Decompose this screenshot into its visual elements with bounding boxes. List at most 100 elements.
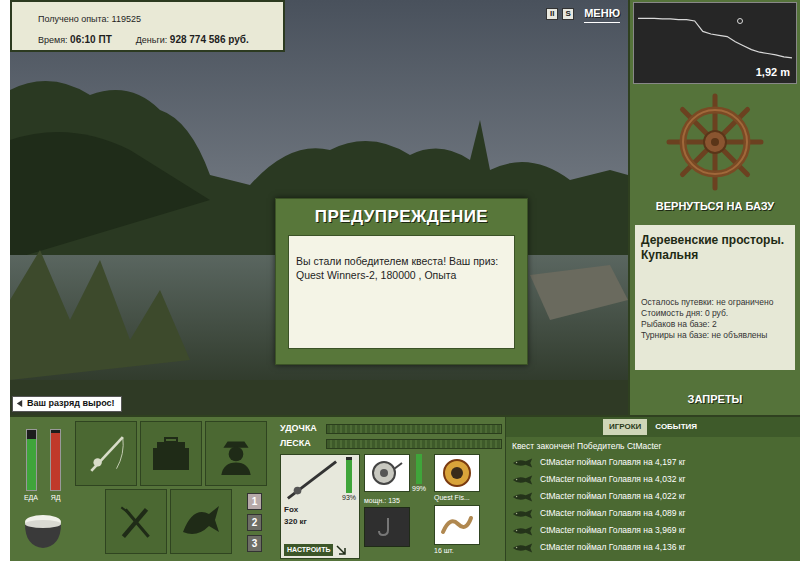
food-button[interactable] — [105, 489, 167, 554]
experience-value: 119525 — [112, 14, 141, 24]
fisherman-button[interactable] — [205, 421, 267, 486]
meter-label: ЕДА — [24, 493, 38, 504]
log-entry: CtMacter поймал Голавля на 3,969 кг — [512, 522, 794, 539]
location-detail: Рыбаков на базе: 2 — [641, 319, 789, 330]
catch-button[interactable] — [170, 489, 232, 554]
helm[interactable] — [630, 92, 800, 192]
meter-fill — [27, 439, 36, 490]
money-value: 928 774 586 руб. — [170, 34, 249, 45]
arrow-icon — [15, 399, 24, 408]
meter-label: ЯД — [51, 493, 61, 504]
tackle-column: УДОЧКАЛЕСКА93%Fox320 кгНАСТРОИТЬ99%мощн.… — [280, 417, 502, 561]
warning-dialog[interactable]: ПРЕДУПРЕЖДЕНИЕВы стали победителем квест… — [275, 198, 528, 365]
reel-condition: 99% — [412, 484, 426, 495]
line-name: Quest Fis... — [434, 493, 500, 504]
money-label: Деньги: — [136, 35, 168, 45]
tension-row: УДОЧКА — [280, 422, 502, 435]
control-button[interactable]: II — [546, 8, 558, 20]
meter-fill — [51, 433, 60, 490]
location-card: Деревенские просторы. Купальня Осталось п… — [635, 225, 795, 370]
log-text: CtMacter поймал Голавля на 4,089 кг — [540, 507, 686, 520]
cauldron-icon[interactable] — [19, 510, 67, 550]
setup-button[interactable]: НАСТРОИТЬ — [284, 544, 333, 557]
notification-text: Ваш разряд вырос! — [27, 397, 115, 411]
log-entry: CtMacter поймал Голавля на 4,136 кг — [512, 539, 794, 556]
fish-icon — [179, 502, 223, 542]
log-panel: ИГРОКИСОБЫТИЯКвест закончен! Победитель … — [505, 417, 800, 561]
tension-label: УДОЧКА — [280, 422, 326, 436]
arrow-icon — [336, 545, 346, 555]
experience-row: Получено опыта: 119525 — [38, 5, 257, 32]
slot-button[interactable]: 3 — [247, 535, 262, 552]
rods-button[interactable] — [75, 421, 137, 486]
control-button[interactable]: S — [562, 8, 574, 20]
rank-notification[interactable]: Ваш разряд вырос! — [12, 396, 122, 412]
reel-condition-fill — [416, 454, 422, 484]
hook-slot[interactable] — [364, 507, 410, 547]
time-value: 06:10 ПТ — [70, 34, 112, 45]
location-detail: Стоимость дня: 0 руб. — [641, 308, 789, 319]
slot-list: 1 2 3 — [247, 489, 262, 554]
log-text: CtMacter поймал Голавля на 4,197 кг — [540, 456, 686, 469]
tension-label: ЛЕСКА — [280, 437, 326, 451]
rod-condition-fill — [346, 460, 352, 493]
location-detail: Турниры на базе: не объявлены — [641, 330, 789, 341]
menu-button[interactable]: МЕНЮ — [584, 5, 620, 23]
log-list: Квест закончен! Победитель CtMacterCtMac… — [506, 437, 800, 556]
log-text: CtMacter поймал Голавля на 3,969 кг — [540, 524, 686, 537]
dialog-body: Вы стали победителем квеста! Ваш приз: Q… — [288, 235, 515, 349]
location-title: Деревенские просторы. Купальня — [641, 233, 789, 263]
time-money-row: Время: 06:10 ПТ Деньги: 928 774 586 руб. — [38, 32, 257, 48]
bait-icon — [440, 512, 474, 538]
fish-icon — [512, 475, 534, 485]
rod-icon — [85, 433, 127, 475]
log-text: CtMacter поймал Голавля на 4,022 кг — [540, 490, 686, 503]
time-label: Время: — [38, 35, 68, 45]
stats-panel: Получено опыта: 119525 Время: 06:10 ПТ Ден… — [10, 0, 285, 52]
hook-icon — [376, 516, 398, 538]
dialog-message: Вы стали победителем квеста! Ваш приз: Q… — [296, 255, 498, 281]
tension-row: ЛЕСКА — [280, 437, 502, 450]
side-panel: 1,92 m ВЕРНУТЬСЯ НА БАЗУ Деревенские прост… — [628, 0, 800, 415]
tackle-set: 93%Fox320 кгНАСТРОИТЬ99%мощн.: 135Quest … — [280, 454, 502, 561]
tackle-box-icon — [149, 434, 193, 474]
location-details: Осталось путевки: не ограниченоСтоимость… — [641, 297, 789, 341]
top-controls: II S МЕНЮ — [546, 5, 620, 23]
meter: ЕДА — [24, 429, 38, 504]
log-tab[interactable]: ИГРОКИ — [603, 419, 647, 435]
helm-icon[interactable] — [665, 92, 765, 192]
fishing-scene[interactable]: Получено опыта: 119525 Время: 06:10 ПТ Ден… — [10, 0, 628, 415]
log-tabs: ИГРОКИСОБЫТИЯ — [506, 417, 800, 437]
rod-card[interactable]: 93%Fox320 кгНАСТРОИТЬ — [280, 454, 360, 559]
log-entry: CtMacter поймал Голавля на 4,032 кг — [512, 471, 794, 488]
game-window: Получено опыта: 119525 Время: 06:10 ПТ Ден… — [0, 0, 800, 561]
experience-label: Получено опыта: — [38, 14, 109, 24]
bait-count: 16 шт. — [434, 546, 500, 557]
depth-chart: 1,92 m — [633, 2, 797, 84]
slot-button[interactable]: 2 — [247, 514, 262, 531]
bait-card[interactable] — [434, 505, 480, 545]
line-spool-icon — [442, 458, 472, 488]
cutlery-icon — [115, 501, 157, 543]
return-button[interactable]: ВЕРНУТЬСЯ НА БАЗУ — [630, 192, 800, 221]
slot-button[interactable]: 1 — [247, 493, 262, 510]
log-entry: CtMacter поймал Голавля на 4,022 кг — [512, 488, 794, 505]
tackle-button[interactable] — [140, 421, 202, 486]
rod-capacity: 320 кг — [284, 516, 356, 528]
line-column: Quest Fis... 16 шт. — [434, 454, 500, 559]
rod-icon — [284, 457, 340, 503]
depth-reading: 1,92 m — [756, 64, 790, 81]
reel-card[interactable] — [364, 454, 410, 492]
log-tab[interactable]: СОБЫТИЯ — [649, 419, 703, 435]
restrictions-button[interactable]: ЗАПРЕТЫ — [630, 391, 800, 408]
meter-track — [50, 429, 61, 491]
reel-power: мощн.: 135 — [364, 496, 430, 507]
reel-condition-track — [416, 454, 422, 484]
meter: ЯД — [50, 429, 61, 504]
status-column: ЕДА ЯД — [10, 417, 75, 561]
reel-column: 99%мощн.: 135 — [364, 454, 430, 559]
line-card[interactable] — [434, 454, 480, 492]
fisherman-icon — [215, 433, 257, 475]
log-entry: CtMacter поймал Голавля на 4,089 кг — [512, 505, 794, 522]
fish-icon — [512, 543, 534, 553]
